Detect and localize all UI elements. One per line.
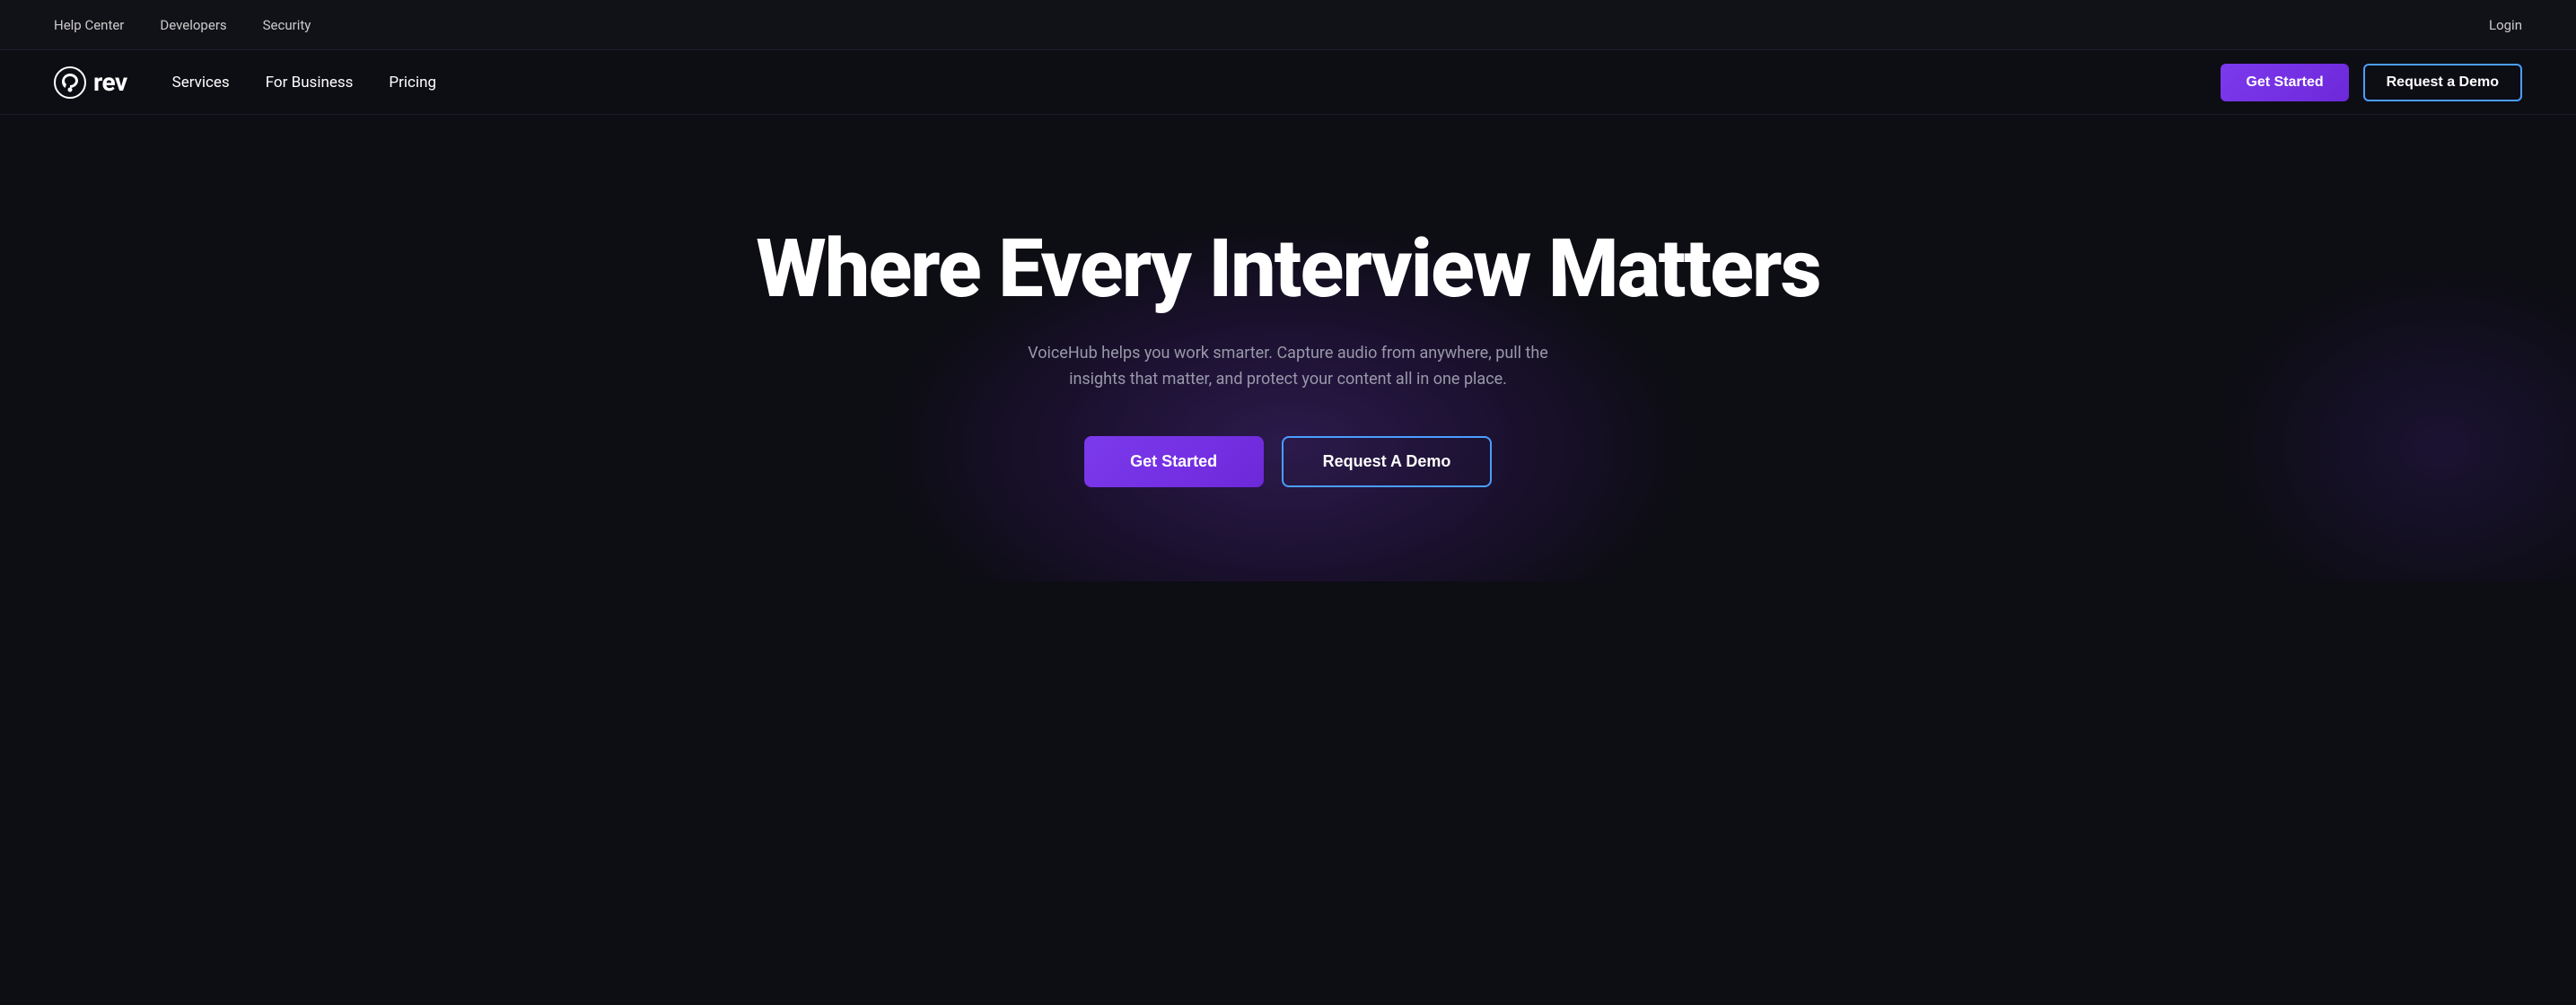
nav-left: rev Services For Business Pricing (54, 66, 436, 99)
main-nav: rev Services For Business Pricing Get St… (0, 50, 2576, 115)
services-nav-link[interactable]: Services (172, 74, 230, 92)
hero-title: Where Every Interview Matters (756, 227, 1819, 312)
help-center-link[interactable]: Help Center (54, 17, 124, 33)
hero-buttons: Get Started Request A Demo (1084, 436, 1493, 487)
developers-link[interactable]: Developers (160, 17, 226, 33)
security-link[interactable]: Security (263, 17, 311, 33)
for-business-nav-link[interactable]: For Business (266, 74, 354, 92)
pricing-nav-link[interactable]: Pricing (389, 74, 436, 92)
logo-text: rev (93, 67, 127, 97)
top-bar: Help Center Developers Security Login (0, 0, 2576, 50)
nav-links: Services For Business Pricing (172, 74, 436, 92)
hero-request-demo-button[interactable]: Request A Demo (1282, 436, 1493, 487)
hero-get-started-button[interactable]: Get Started (1084, 436, 1264, 487)
nav-right: Get Started Request a Demo (2221, 64, 2522, 101)
top-bar-links: Help Center Developers Security (54, 17, 311, 33)
logo[interactable]: rev (54, 66, 127, 99)
nav-request-demo-button[interactable]: Request a Demo (2363, 64, 2522, 101)
nav-get-started-button[interactable]: Get Started (2221, 64, 2348, 101)
hero-section: Where Every Interview Matters VoiceHub h… (0, 115, 2576, 581)
rev-logo-icon (54, 66, 86, 99)
login-link[interactable]: Login (2489, 17, 2522, 33)
hero-subtitle: VoiceHub helps you work smarter. Capture… (1028, 341, 1548, 393)
